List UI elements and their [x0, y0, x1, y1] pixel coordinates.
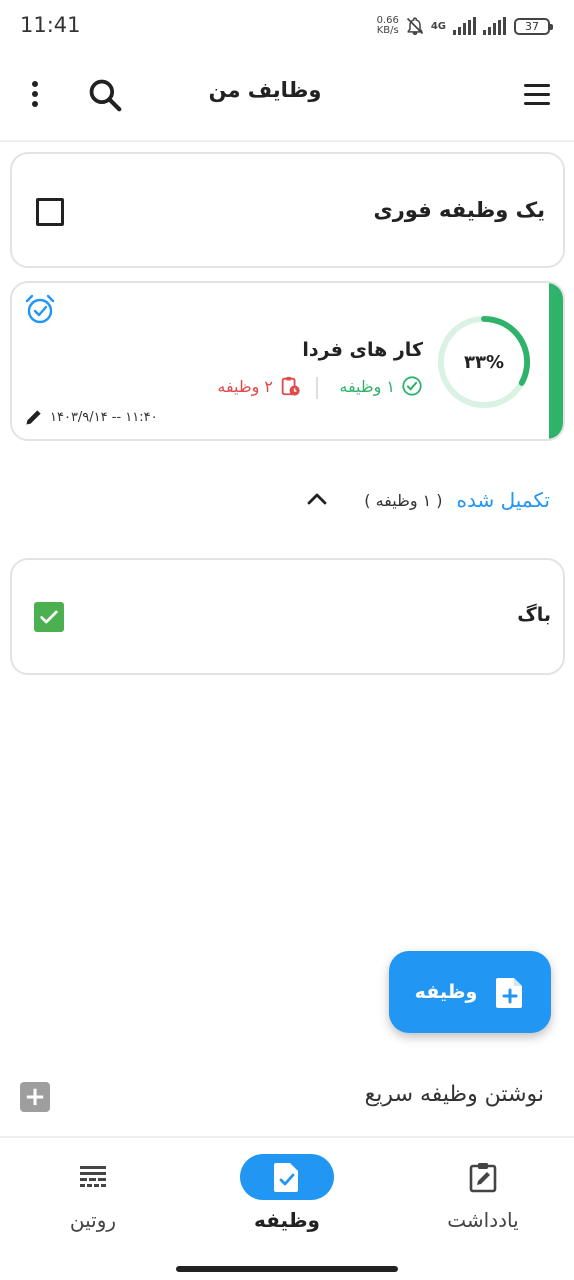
pencil-icon [26, 410, 41, 425]
nav-label: وظیفه [254, 1208, 320, 1232]
dot-icon [32, 91, 38, 97]
more-menu-button[interactable] [22, 78, 48, 112]
file-plus-icon [496, 978, 523, 1008]
nav-item-task[interactable]: وظیفه [222, 1154, 352, 1254]
edited-timestamp: ۱۴۰۳/۹/۱۴ -- ۱۱:۴۰ [50, 409, 158, 425]
completed-count: ( ۱ وظیفه ) [364, 490, 443, 510]
task-card[interactable]: یک وظیفه فوری [10, 152, 565, 268]
bottom-navigation: روتین وظیفه یادداشت [0, 1140, 574, 1280]
menu-line [524, 102, 550, 105]
done-count-text: ۱ وظیفه [339, 376, 395, 396]
routine-icon [80, 1166, 106, 1187]
clipboard-clock-icon [281, 376, 300, 396]
add-task-fab[interactable]: وظیفه [389, 951, 551, 1033]
menu-line [524, 84, 550, 87]
nav-icon-wrap [240, 1154, 334, 1200]
page-title: وظایف من [208, 78, 322, 102]
pending-count-text: ۲ وظیفه [217, 376, 273, 396]
chevron-up-icon[interactable] [304, 488, 330, 510]
home-indicator [176, 1266, 398, 1272]
task-list-title: کار های فردا [302, 339, 423, 361]
note-edit-icon [469, 1163, 497, 1193]
alarm-check-icon[interactable] [24, 293, 56, 325]
task-checkbox-checked[interactable] [34, 602, 64, 632]
completed-task-card[interactable]: باگ [10, 558, 565, 675]
app-bar: وظایف من [0, 50, 574, 142]
status-bar: 11:41 0.66 KB/s 4G 37 [0, 0, 574, 50]
task-file-icon [274, 1163, 298, 1192]
signal-icon-2 [483, 17, 506, 35]
dot-icon [32, 81, 38, 87]
status-icons: 0.66 KB/s 4G 37 [376, 14, 553, 38]
stat-divider [316, 377, 318, 399]
nav-item-notes[interactable]: یادداشت [418, 1154, 548, 1254]
nav-label: یادداشت [447, 1208, 519, 1232]
search-icon[interactable] [86, 76, 124, 114]
fab-label: وظیفه [414, 981, 478, 1003]
task-list-card[interactable]: ۳۳% کار های فردا ۱ وظیفه ۲ وظیفه ۱۴۰۳/۹/… [10, 281, 565, 441]
status-time: 11:41 [20, 13, 81, 37]
bell-off-icon [406, 17, 423, 36]
check-circle-icon [402, 376, 422, 396]
progress-label: ۳۳% [463, 351, 504, 373]
task-checkbox[interactable] [36, 198, 64, 226]
list-accent-bar [549, 283, 563, 439]
nav-icon-wrap [46, 1154, 140, 1200]
nav-icon-wrap [436, 1154, 530, 1200]
signal-icon [453, 17, 476, 35]
quick-add-plus-icon[interactable]: + [20, 1082, 50, 1112]
nav-label: روتین [69, 1208, 117, 1232]
check-icon [40, 610, 58, 624]
network-type: 4G [430, 20, 446, 32]
battery-icon: 37 [514, 17, 553, 35]
edit-meta: ۱۴۰۳/۹/۱۴ -- ۱۱:۴۰ [24, 407, 158, 427]
nav-item-routine[interactable]: روتین [28, 1154, 158, 1254]
quick-add-bar[interactable]: نوشتن وظیفه سریع + [0, 1068, 574, 1138]
done-count: ۱ وظیفه [339, 375, 423, 397]
pending-count: ۲ وظیفه [217, 375, 301, 397]
completed-label: تکمیل شده [456, 488, 550, 512]
hamburger-menu-button[interactable] [520, 80, 552, 110]
task-title: یک وظیفه فوری [373, 198, 545, 222]
menu-line [524, 93, 550, 96]
quick-task-input[interactable]: نوشتن وظیفه سریع [365, 1082, 544, 1107]
dot-icon [32, 101, 38, 107]
task-title: باگ [517, 604, 551, 626]
network-speed: 0.66 KB/s [376, 15, 399, 36]
